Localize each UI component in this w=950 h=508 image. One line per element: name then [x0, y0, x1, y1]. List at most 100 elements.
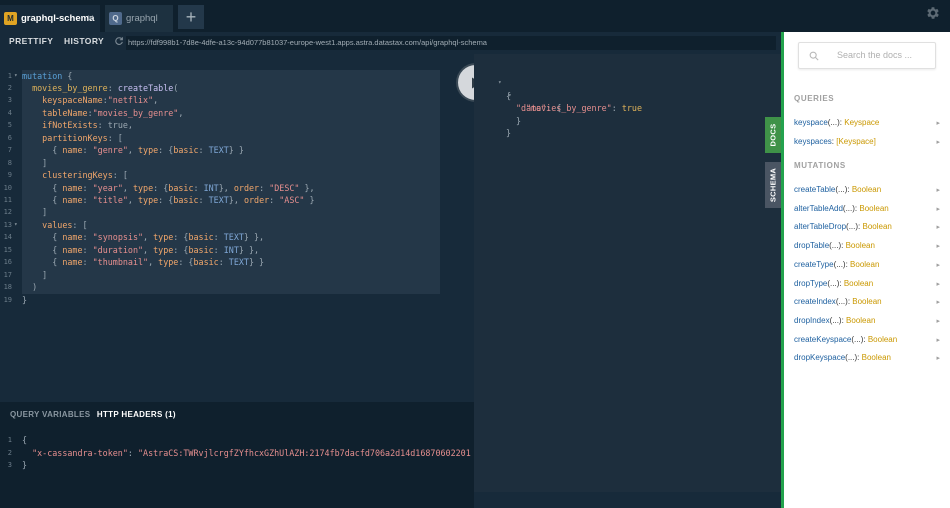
- code-token: :: [193, 182, 204, 193]
- fold-arrow-icon[interactable]: ▾: [14, 70, 18, 82]
- doc-field-name: alterTableAdd: [794, 203, 843, 213]
- code-token: },: [218, 182, 234, 193]
- doc-field-createType[interactable]: createType(...): Boolean ▸: [794, 260, 946, 272]
- code-token: "AstraCS:TWRvjlcrgfZYfhcxGZhUlAZH:2174fb…: [137, 447, 471, 458]
- code-token: :: [82, 145, 93, 156]
- docs-tab[interactable]: DOCS: [765, 117, 781, 153]
- code-token: basic: [188, 232, 214, 243]
- doc-field-args: (...): [835, 185, 848, 194]
- query-editor[interactable]: 1 ▾ mutation {2 movies_by_genre: createTab…: [0, 54, 474, 410]
- code-token: "title": [92, 195, 128, 205]
- line-number: 10: [3, 183, 12, 192]
- code-token: } },: [238, 244, 260, 255]
- code-token: name: [62, 182, 83, 193]
- doc-field-args: (...): [829, 241, 842, 251]
- code-token: (: [173, 82, 179, 93]
- doc-field-args: (...): [827, 278, 840, 288]
- code-token: tableName: [22, 107, 88, 118]
- tab-badge: Q: [109, 12, 122, 25]
- doc-field-type: Boolean: [850, 259, 880, 269]
- close-icon[interactable]: ×: [87, 12, 94, 24]
- doc-field-type: Boolean: [843, 278, 874, 288]
- fold-arrow-icon[interactable]: ▾: [14, 219, 18, 231]
- fold-arrow-icon[interactable]: ▾: [498, 77, 502, 89]
- doc-field-dropTable[interactable]: dropTable(...): Boolean ▸: [794, 241, 946, 253]
- code-token: }: [22, 460, 28, 470]
- history-button[interactable]: HISTORY: [64, 36, 104, 46]
- doc-field-alterTableDrop[interactable]: alterTableDrop(...): Boolean ▸: [794, 222, 946, 234]
- endpoint-url-input[interactable]: https://fdf998b1-7d8e-4dfe-a13c-94d077b8…: [126, 36, 776, 50]
- docs-search-input[interactable]: Search the docs ...: [798, 42, 936, 69]
- line-number: 3: [7, 96, 12, 105]
- code-token: "genre": [92, 145, 128, 156]
- line-number: 12: [3, 208, 12, 217]
- doc-field-createIndex[interactable]: createIndex(...): Boolean ▸: [794, 297, 946, 309]
- prettify-button[interactable]: PRETTIFY: [9, 36, 53, 46]
- code-token: "thumbnail": [92, 257, 149, 268]
- doc-field-name: dropTable: [794, 241, 830, 251]
- tab-query-variables[interactable]: QUERY VARIABLES: [10, 410, 90, 419]
- doc-field-alterTableAdd[interactable]: alterTableAdd(...): Boolean ▸: [794, 204, 946, 216]
- code-token: "synopsis": [92, 232, 144, 243]
- code-token: true: [107, 120, 128, 131]
- code-token: : [: [112, 170, 128, 181]
- result-line: }: [474, 103, 521, 126]
- tab-badge: M: [4, 12, 17, 25]
- code-token: TEXT: [208, 145, 229, 156]
- doc-field-dropIndex[interactable]: dropIndex(...): Boolean ▸: [794, 316, 946, 328]
- code-token: basic: [168, 182, 194, 193]
- line-number: 3: [7, 461, 12, 469]
- code-token: } },: [243, 232, 265, 243]
- line-number: 7: [7, 146, 12, 155]
- doc-field-type: [Keyspace]: [836, 137, 876, 146]
- doc-field-createKeyspace[interactable]: createKeyspace(...): Boolean ▸: [794, 335, 946, 347]
- doc-field-keyspace[interactable]: keyspace(...): Keyspace ▸: [794, 118, 946, 130]
- chevron-right-icon: ▸: [936, 205, 940, 213]
- doc-field-name: dropIndex: [794, 315, 830, 325]
- code-text: ]: [22, 157, 47, 169]
- code-token: : [: [107, 132, 123, 143]
- code-text: {: [22, 434, 27, 446]
- code-token: name: [62, 195, 83, 205]
- line-number: 19: [3, 295, 12, 304]
- result-line: }: [474, 115, 511, 138]
- doc-field-dropKeyspace[interactable]: dropKeyspace(...): Boolean ▸: [794, 353, 946, 365]
- code-token: "DESC": [269, 182, 300, 193]
- code-text: { name: "duration", type: {basic: INT} }…: [22, 244, 259, 256]
- fold-arrow-icon[interactable]: ▾: [508, 90, 512, 102]
- doc-field-name: createKeyspace: [794, 334, 852, 344]
- code-token: createTable: [117, 82, 174, 93]
- code-token: name: [62, 232, 83, 243]
- code-token: {: [22, 244, 63, 255]
- code-token: ifNotExists: [22, 120, 98, 131]
- code-token: order: [243, 195, 270, 205]
- tab-http-headers[interactable]: HTTP HEADERS (1): [97, 410, 176, 419]
- result-line: ▾ "data": {: [474, 78, 561, 113]
- code-token: {: [22, 435, 28, 445]
- line-number: 18: [3, 283, 12, 292]
- code-token: :: [213, 232, 224, 243]
- doc-field-type: Boolean: [846, 315, 876, 325]
- chevron-right-icon: ▸: [936, 187, 940, 194]
- doc-field-keyspaces[interactable]: keyspaces: [Keyspace] ▸: [794, 137, 946, 149]
- doc-field-dropType[interactable]: dropType(...): Boolean ▸: [794, 279, 946, 291]
- doc-field-name: keyspaces: [794, 137, 832, 146]
- doc-field-args: (...): [845, 353, 858, 363]
- code-token: : {: [158, 145, 174, 156]
- reload-icon[interactable]: [114, 36, 124, 46]
- gear-icon[interactable]: [925, 5, 941, 21]
- code-token: {: [62, 70, 73, 81]
- doc-field-type: Boolean: [851, 185, 882, 194]
- tab-graphql[interactable]: Q graphql: [105, 5, 173, 32]
- tab-graphql-schema[interactable]: M graphql-schema ×: [0, 5, 100, 32]
- schema-tab[interactable]: SCHEMA: [765, 162, 781, 208]
- code-token: :: [82, 182, 93, 193]
- code-token: "x-cassandra-token": [22, 447, 128, 458]
- doc-field-createTable[interactable]: createTable(...): Boolean ▸: [794, 185, 946, 197]
- plus-icon[interactable]: +: [178, 5, 204, 29]
- line-number: 8: [7, 158, 12, 167]
- code-token: },: [228, 195, 244, 205]
- code-text: ifNotExists: true,: [22, 119, 133, 131]
- code-token: mutation: [22, 70, 63, 81]
- line-number: 13: [3, 220, 12, 229]
